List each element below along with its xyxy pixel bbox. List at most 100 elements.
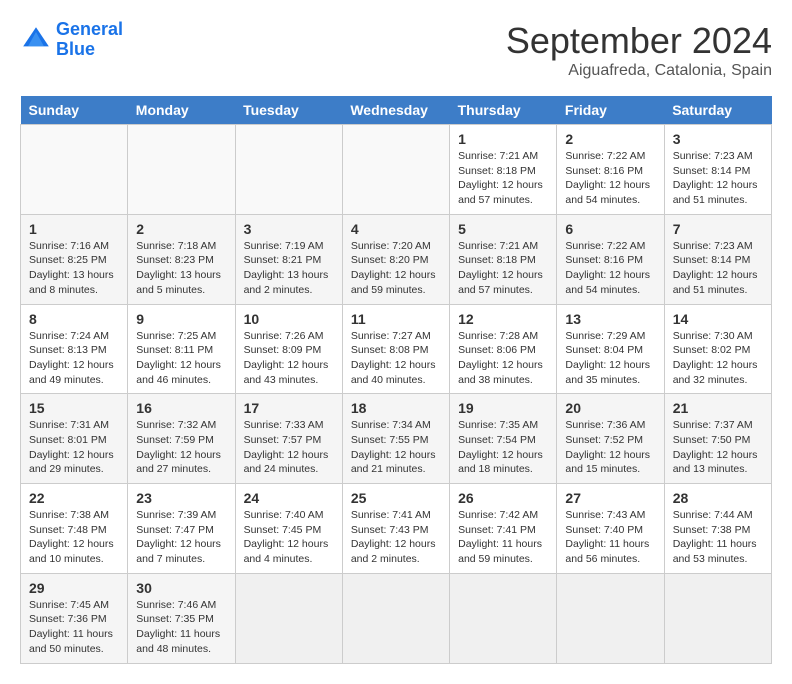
column-header-thursday: Thursday: [450, 96, 557, 125]
calendar-cell: 24 Sunrise: 7:40 AMSunset: 7:45 PMDayligh…: [235, 484, 342, 574]
calendar-cell: 2 Sunrise: 7:22 AMSunset: 8:16 PMDaylight…: [557, 125, 664, 215]
calendar-week-row: 22Sunrise: 7:38 AMSunset: 7:48 PMDayligh…: [21, 484, 772, 574]
location-title: Aiguafreda, Catalonia, Spain: [506, 62, 772, 80]
month-title: September 2024: [506, 20, 772, 62]
day-info: Sunrise: 7:40 AMSunset: 7:45 PMDaylight:…: [244, 508, 334, 567]
calendar-cell: 1Sunrise: 7:16 AMSunset: 8:25 PMDaylight…: [21, 214, 128, 304]
calendar-cell: 22Sunrise: 7:38 AMSunset: 7:48 PMDayligh…: [21, 484, 128, 574]
day-number: 24: [244, 490, 334, 506]
calendar-cell: 15Sunrise: 7:31 AMSunset: 8:01 PMDayligh…: [21, 394, 128, 484]
day-info: Sunrise: 7:20 AMSunset: 8:20 PMDaylight:…: [351, 239, 441, 298]
day-number: 16: [136, 400, 226, 416]
day-info: Sunrise: 7:43 AMSunset: 7:40 PMDaylight:…: [565, 508, 655, 567]
calendar-cell: [450, 573, 557, 663]
calendar-cell: 14 Sunrise: 7:30 AMSunset: 8:02 PMDayligh…: [664, 304, 771, 394]
calendar-cell: 2Sunrise: 7:18 AMSunset: 8:23 PMDaylight…: [128, 214, 235, 304]
day-number: 27: [565, 490, 655, 506]
logo-text: General Blue: [56, 20, 123, 60]
column-header-sunday: Sunday: [21, 96, 128, 125]
calendar-cell: 23 Sunrise: 7:39 AMSunset: 7:47 PMDayligh…: [128, 484, 235, 574]
calendar-cell: 11 Sunrise: 7:27 AMSunset: 8:08 PMDayligh…: [342, 304, 449, 394]
day-info: Sunrise: 7:32 AMSunset: 7:59 PMDaylight:…: [136, 418, 226, 477]
day-number: 2: [565, 131, 655, 147]
calendar-week-row: 8 Sunrise: 7:24 AMSunset: 8:13 PMDaylight…: [21, 304, 772, 394]
calendar-cell: 3Sunrise: 7:23 AMSunset: 8:14 PMDaylight…: [664, 125, 771, 215]
calendar-cell: [128, 125, 235, 215]
day-info: Sunrise: 7:35 AMSunset: 7:54 PMDaylight:…: [458, 418, 548, 477]
day-info: Sunrise: 7:26 AMSunset: 8:09 PMDaylight:…: [244, 329, 334, 388]
day-info: Sunrise: 7:27 AMSunset: 8:08 PMDaylight:…: [351, 329, 441, 388]
calendar-cell: 7Sunrise: 7:23 AMSunset: 8:14 PMDaylight…: [664, 214, 771, 304]
calendar-cell: [557, 573, 664, 663]
calendar-cell: 28Sunrise: 7:44 AMSunset: 7:38 PMDayligh…: [664, 484, 771, 574]
day-number: 28: [673, 490, 763, 506]
calendar-cell: 8 Sunrise: 7:24 AMSunset: 8:13 PMDaylight…: [21, 304, 128, 394]
calendar-week-row: 15Sunrise: 7:31 AMSunset: 8:01 PMDayligh…: [21, 394, 772, 484]
day-info: Sunrise: 7:29 AMSunset: 8:04 PMDaylight:…: [565, 329, 655, 388]
title-area: September 2024 Aiguafreda, Catalonia, Sp…: [506, 20, 772, 80]
day-number: 23: [136, 490, 226, 506]
day-info: Sunrise: 7:41 AMSunset: 7:43 PMDaylight:…: [351, 508, 441, 567]
calendar-cell: [342, 573, 449, 663]
day-number: 8: [29, 311, 119, 327]
calendar-cell: 6Sunrise: 7:22 AMSunset: 8:16 PMDaylight…: [557, 214, 664, 304]
logo-line1: General: [56, 19, 123, 39]
column-header-tuesday: Tuesday: [235, 96, 342, 125]
day-info: Sunrise: 7:22 AMSunset: 8:16 PMDaylight:…: [565, 149, 655, 208]
day-info: Sunrise: 7:19 AMSunset: 8:21 PMDaylight:…: [244, 239, 334, 298]
day-info: Sunrise: 7:46 AMSunset: 7:35 PMDaylight:…: [136, 598, 226, 657]
day-number: 17: [244, 400, 334, 416]
day-info: Sunrise: 7:16 AMSunset: 8:25 PMDaylight:…: [29, 239, 119, 298]
calendar-cell: 29Sunrise: 7:45 AMSunset: 7:36 PMDayligh…: [21, 573, 128, 663]
day-info: Sunrise: 7:39 AMSunset: 7:47 PMDaylight:…: [136, 508, 226, 567]
calendar-cell: 25Sunrise: 7:41 AMSunset: 7:43 PMDayligh…: [342, 484, 449, 574]
calendar-cell: [235, 125, 342, 215]
calendar-cell: 4 Sunrise: 7:20 AMSunset: 8:20 PMDaylight…: [342, 214, 449, 304]
day-number: 11: [351, 311, 441, 327]
calendar-cell: 27 Sunrise: 7:43 AMSunset: 7:40 PMDayligh…: [557, 484, 664, 574]
day-info: Sunrise: 7:37 AMSunset: 7:50 PMDaylight:…: [673, 418, 763, 477]
column-header-saturday: Saturday: [664, 96, 771, 125]
calendar-cell: 16 Sunrise: 7:32 AMSunset: 7:59 PMDayligh…: [128, 394, 235, 484]
day-number: 12: [458, 311, 548, 327]
logo-icon: [20, 24, 52, 56]
day-info: Sunrise: 7:23 AMSunset: 8:14 PMDaylight:…: [673, 149, 763, 208]
column-header-wednesday: Wednesday: [342, 96, 449, 125]
day-number: 4: [351, 221, 441, 237]
day-number: 21: [673, 400, 763, 416]
calendar-cell: [664, 573, 771, 663]
day-info: Sunrise: 7:21 AMSunset: 8:18 PMDaylight:…: [458, 239, 548, 298]
calendar-week-row: 1Sunrise: 7:21 AMSunset: 8:18 PMDaylight…: [21, 125, 772, 215]
column-header-friday: Friday: [557, 96, 664, 125]
day-info: Sunrise: 7:38 AMSunset: 7:48 PMDaylight:…: [29, 508, 119, 567]
calendar-week-row: 29Sunrise: 7:45 AMSunset: 7:36 PMDayligh…: [21, 573, 772, 663]
day-info: Sunrise: 7:24 AMSunset: 8:13 PMDaylight:…: [29, 329, 119, 388]
day-number: 3: [244, 221, 334, 237]
day-info: Sunrise: 7:42 AMSunset: 7:41 PMDaylight:…: [458, 508, 548, 567]
calendar-cell: 12 Sunrise: 7:28 AMSunset: 8:06 PMDayligh…: [450, 304, 557, 394]
day-info: Sunrise: 7:23 AMSunset: 8:14 PMDaylight:…: [673, 239, 763, 298]
day-info: Sunrise: 7:25 AMSunset: 8:11 PMDaylight:…: [136, 329, 226, 388]
day-info: Sunrise: 7:45 AMSunset: 7:36 PMDaylight:…: [29, 598, 119, 657]
day-info: Sunrise: 7:28 AMSunset: 8:06 PMDaylight:…: [458, 329, 548, 388]
day-number: 30: [136, 580, 226, 596]
day-number: 6: [565, 221, 655, 237]
calendar-cell: 21 Sunrise: 7:37 AMSunset: 7:50 PMDayligh…: [664, 394, 771, 484]
day-number: 19: [458, 400, 548, 416]
day-number: 14: [673, 311, 763, 327]
calendar-cell: 20Sunrise: 7:36 AMSunset: 7:52 PMDayligh…: [557, 394, 664, 484]
logo: General Blue: [20, 20, 123, 60]
calendar-cell: 9Sunrise: 7:25 AMSunset: 8:11 PMDaylight…: [128, 304, 235, 394]
calendar-cell: 17Sunrise: 7:33 AMSunset: 7:57 PMDayligh…: [235, 394, 342, 484]
calendar-week-row: 1Sunrise: 7:16 AMSunset: 8:25 PMDaylight…: [21, 214, 772, 304]
day-info: Sunrise: 7:30 AMSunset: 8:02 PMDaylight:…: [673, 329, 763, 388]
calendar-cell: 5Sunrise: 7:21 AMSunset: 8:18 PMDaylight…: [450, 214, 557, 304]
calendar-cell: 19 Sunrise: 7:35 AMSunset: 7:54 PMDayligh…: [450, 394, 557, 484]
day-info: Sunrise: 7:31 AMSunset: 8:01 PMDaylight:…: [29, 418, 119, 477]
day-number: 13: [565, 311, 655, 327]
calendar-cell: 30 Sunrise: 7:46 AMSunset: 7:35 PMDayligh…: [128, 573, 235, 663]
column-header-monday: Monday: [128, 96, 235, 125]
logo-line2: Blue: [56, 39, 95, 59]
calendar-cell: 26Sunrise: 7:42 AMSunset: 7:41 PMDayligh…: [450, 484, 557, 574]
day-number: 1: [458, 131, 548, 147]
